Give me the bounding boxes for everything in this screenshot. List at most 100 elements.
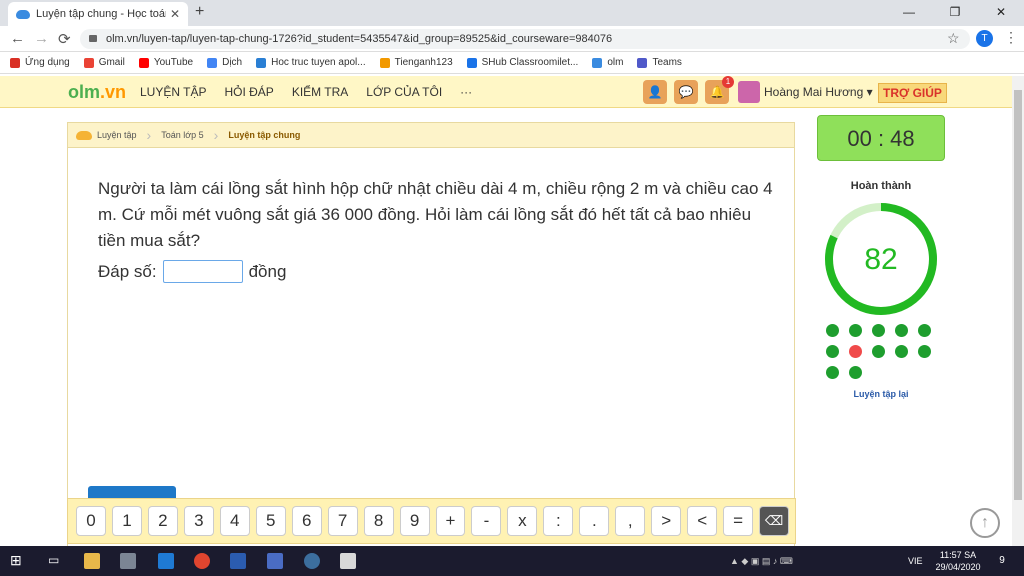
nav-lop-cua-toi[interactable]: LỚP CỦA TÔI: [366, 85, 442, 99]
url-text: olm.vn/luyen-tap/luyen-tap-chung-1726?id…: [106, 33, 613, 45]
bookmark-item[interactable]: Gmail: [83, 57, 125, 68]
nav-luyen-tap[interactable]: LUYỆN TẬP: [140, 85, 206, 99]
keypad-key[interactable]: 9: [399, 506, 430, 536]
keypad-key[interactable]: x: [507, 506, 538, 536]
scrollbar-thumb[interactable]: [1014, 90, 1022, 500]
keypad-key[interactable]: 0: [76, 506, 106, 536]
nav-kiem-tra[interactable]: KIỂM TRA: [292, 85, 348, 99]
new-tab-button[interactable]: +: [195, 3, 204, 21]
breadcrumb: Luyện tập Toán lớp 5 Luyện tập chung: [68, 123, 794, 148]
forward-arrow-icon[interactable]: →: [34, 30, 49, 47]
maximize-button[interactable]: ❐: [932, 0, 978, 26]
bookmark-item[interactable]: YouTube: [138, 57, 194, 68]
profile-avatar[interactable]: T: [976, 30, 993, 47]
bookmark-item[interactable]: SHub Classroomilet...: [466, 57, 578, 68]
bookmark-icon: [592, 57, 603, 68]
bookmark-icon: [466, 57, 477, 68]
bookmarks-bar: Ứng dụng Gmail YouTube Dịch Hoc truc tuyen a…: [0, 52, 1024, 74]
minimize-button[interactable]: —: [886, 0, 932, 26]
keypad-key[interactable]: 6: [291, 506, 322, 536]
keypad-key[interactable]: -: [471, 506, 502, 536]
keypad-key[interactable]: 8: [363, 506, 394, 536]
task-view-icon[interactable]: ▭: [48, 553, 64, 569]
result-dot-correct: [826, 366, 839, 379]
tray-icons[interactable]: ▲ ◆ ▣ ▤ ♪ ⌨: [730, 556, 793, 567]
bookmark-item[interactable]: Hoc truc tuyen apol...: [256, 57, 366, 68]
camera-app-icon[interactable]: [120, 553, 136, 569]
system-clock[interactable]: 11:57 SA 29/04/2020: [930, 549, 986, 573]
chrome-active-icon[interactable]: [304, 553, 320, 569]
store-icon[interactable]: [267, 553, 283, 569]
result-dot-correct: [872, 324, 885, 337]
page-scrollbar[interactable]: [1012, 76, 1024, 546]
keypad-key[interactable]: ,: [615, 506, 646, 536]
chrome-icon[interactable]: [194, 553, 210, 569]
bookmark-label: Tienganh123: [394, 57, 453, 68]
word-icon[interactable]: [230, 553, 246, 569]
answer-label: Đáp số:: [98, 261, 157, 281]
math-keypad: 0 1 2 3 4 5 6 7 8 9 + - x:., > < = ⌫: [67, 498, 796, 544]
keypad-key[interactable]: 5: [255, 506, 286, 536]
back-arrow-icon[interactable]: ←: [10, 30, 25, 47]
backspace-key[interactable]: ⌫: [759, 506, 790, 536]
olm-logo[interactable]: olm.vn: [68, 82, 126, 103]
result-dot-correct: [826, 345, 839, 358]
main-nav: LUYỆN TẬP HỎI ĐÁP KIỂM TRA LỚP CỦA TÔI ·…: [140, 85, 490, 99]
notification-badge: 1: [722, 76, 734, 88]
calculator-icon[interactable]: [340, 553, 356, 569]
close-tab-icon[interactable]: ✕: [170, 7, 180, 21]
kebab-menu-icon[interactable]: ⋮: [1004, 29, 1018, 46]
bookmark-star-icon[interactable]: ☆: [947, 30, 960, 47]
add-friend-icon[interactable]: 👤: [643, 80, 667, 104]
input-language[interactable]: VIE: [908, 556, 923, 566]
bookmark-item[interactable]: Ứng dụng: [10, 57, 70, 68]
result-dot-correct: [895, 324, 908, 337]
answer-unit: đồng: [248, 261, 287, 281]
bookmark-item[interactable]: Tienganh123: [379, 57, 453, 68]
cloud-icon: [76, 130, 92, 140]
scroll-to-top-button[interactable]: ↑: [970, 508, 1000, 538]
score-value: 82: [864, 243, 897, 276]
windows-start-icon[interactable]: ⊞: [10, 552, 26, 568]
user-menu[interactable]: Hoàng Mai Hương ▾: [764, 85, 873, 99]
bookmark-label: YouTube: [153, 57, 194, 68]
keypad-key[interactable]: <: [687, 506, 718, 536]
keypad-key[interactable]: 3: [183, 506, 214, 536]
file-explorer-icon[interactable]: [84, 553, 100, 569]
keypad-key[interactable]: 4: [219, 506, 250, 536]
bookmark-item[interactable]: olm: [592, 57, 623, 68]
bookmark-item[interactable]: Dịch: [207, 57, 242, 68]
breadcrumb-luyen-tap[interactable]: Luyện tập: [76, 127, 151, 143]
nav-hoi-dap[interactable]: HỎI ĐÁP: [224, 85, 273, 99]
bookmark-icon: [256, 57, 267, 68]
help-button[interactable]: TRỢ GIÚP: [878, 83, 947, 103]
answer-input[interactable]: [162, 260, 243, 283]
breadcrumb-toan-lop-5[interactable]: Toán lớp 5: [161, 127, 218, 143]
close-window-button[interactable]: ✕: [978, 0, 1024, 26]
action-center-icon[interactable]: 9: [994, 553, 1010, 569]
user-avatar[interactable]: [738, 81, 760, 103]
browser-tab[interactable]: Luyện tập chung - Học toán với O ✕: [8, 2, 188, 26]
keypad-key[interactable]: :: [543, 506, 574, 536]
keypad-key[interactable]: =: [723, 506, 754, 536]
nav-more[interactable]: ···: [460, 85, 472, 99]
keypad-key[interactable]: >: [651, 506, 682, 536]
url-input[interactable]: olm.vn/luyen-tap/luyen-tap-chung-1726?id…: [80, 29, 970, 49]
breadcrumb-current: Luyện tập chung: [228, 130, 301, 140]
bookmark-item[interactable]: Teams: [637, 57, 682, 68]
score-ring: 82: [825, 203, 937, 315]
notification-icon[interactable]: 🔔 1: [705, 76, 734, 104]
result-dot-wrong: [849, 345, 862, 358]
keypad-key[interactable]: .: [579, 506, 610, 536]
edge-browser-icon[interactable]: [158, 553, 174, 569]
keypad-key[interactable]: 1: [111, 506, 142, 536]
completion-label: Hoàn thành: [850, 180, 912, 192]
header-icons: 👤 💬 🔔 1: [643, 76, 736, 104]
reload-icon[interactable]: ⟳: [58, 30, 71, 48]
chat-icon[interactable]: 💬: [674, 80, 698, 104]
breadcrumb-label: Luyện tập: [97, 130, 137, 140]
keypad-key[interactable]: 7: [327, 506, 358, 536]
keypad-key[interactable]: +: [435, 506, 466, 536]
retry-link[interactable]: Luyện tập lại: [817, 389, 945, 399]
keypad-key[interactable]: 2: [147, 506, 178, 536]
